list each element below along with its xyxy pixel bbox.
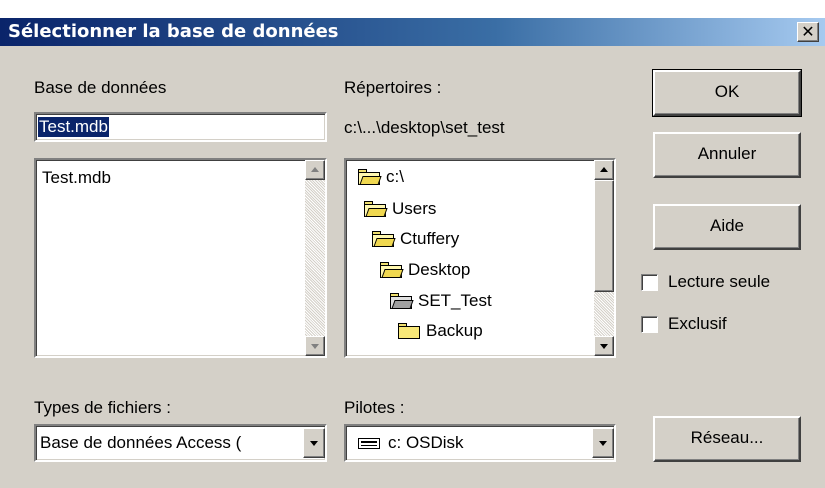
read-only-label: Lecture seule [668,272,771,291]
open-folder-icon [364,201,388,217]
open-folder-icon [380,262,404,278]
tree-item-set-test[interactable]: SET_Test [390,286,492,316]
open-folder-selected-icon [390,293,414,309]
read-only-checkbox[interactable] [641,274,658,291]
drives-value: c: OSDisk [358,433,464,453]
exclusive-checkbox[interactable] [641,316,658,333]
chevron-down-icon [599,441,607,446]
current-path: c:\...\desktop\set_test [344,118,505,137]
arrow-up-icon [311,167,319,172]
file-types-dropdown-button[interactable] [303,428,325,458]
arrow-down-icon [600,344,608,349]
tree-item-ctuffery[interactable]: Ctuffery [372,224,459,254]
ok-button[interactable]: OK [652,69,802,117]
tree-item-users[interactable]: Users [364,194,436,224]
file-list-scrollbar[interactable] [305,160,325,356]
list-item[interactable]: Test.mdb [42,168,111,188]
file-types-dropdown[interactable]: Base de données Access ( [34,424,327,462]
exclusive-label: Exclusif [668,314,727,333]
help-button[interactable]: Aide [653,204,801,250]
directories-label: Répertoires : [344,78,442,97]
drives-dropdown-button[interactable] [592,428,614,458]
close-icon: ✕ [801,22,815,41]
tree-item-label: c:\ [386,167,404,186]
tree-item-label: Ctuffery [400,229,460,248]
tree-item-desktop[interactable]: Desktop [380,255,470,285]
database-file-list[interactable]: Test.mdb [34,158,327,358]
folder-icon [398,323,420,339]
tree-item-label: Users [392,199,437,218]
cancel-button[interactable]: Annuler [653,132,801,178]
arrow-up-icon [600,167,608,172]
open-folder-icon [358,169,382,185]
scroll-down-button[interactable] [305,336,325,356]
drives-dropdown[interactable]: c: OSDisk [344,424,616,462]
chevron-down-icon [310,441,318,446]
tree-item-label: Backup [426,321,483,340]
tree-item-label: SET_Test [418,291,492,310]
open-folder-icon [372,231,396,247]
database-name-value: Test.mdb [38,117,109,137]
file-types-value: Base de données Access ( [40,433,242,452]
drives-label: Pilotes : [344,398,405,417]
close-button[interactable]: ✕ [797,22,819,42]
tree-item-c[interactable]: c:\ [358,162,404,192]
tree-item-label: Desktop [408,260,471,279]
network-button[interactable]: Réseau... [653,416,801,462]
directory-tree[interactable]: c:\ Users Ctuffery Desktop SET_Test Back… [344,158,616,358]
scroll-up-button[interactable] [305,160,325,180]
hard-drive-icon [358,438,380,450]
database-label: Base de données [34,78,167,97]
tree-item-backup[interactable]: Backup [398,316,483,346]
file-types-label: Types de fichiers : [34,398,172,417]
database-name-input[interactable]: Test.mdb [34,112,327,142]
title-bar: Sélectionner la base de données ✕ [0,18,825,46]
arrow-down-icon [311,344,319,349]
scroll-up-button[interactable] [594,160,614,180]
dialog-title: Sélectionner la base de données [8,21,339,42]
scroll-thumb[interactable] [594,180,614,292]
drives-value-text: c: OSDisk [388,433,464,452]
scroll-down-button[interactable] [594,336,614,356]
tree-scrollbar[interactable] [594,160,614,356]
background-strip [0,0,825,18]
